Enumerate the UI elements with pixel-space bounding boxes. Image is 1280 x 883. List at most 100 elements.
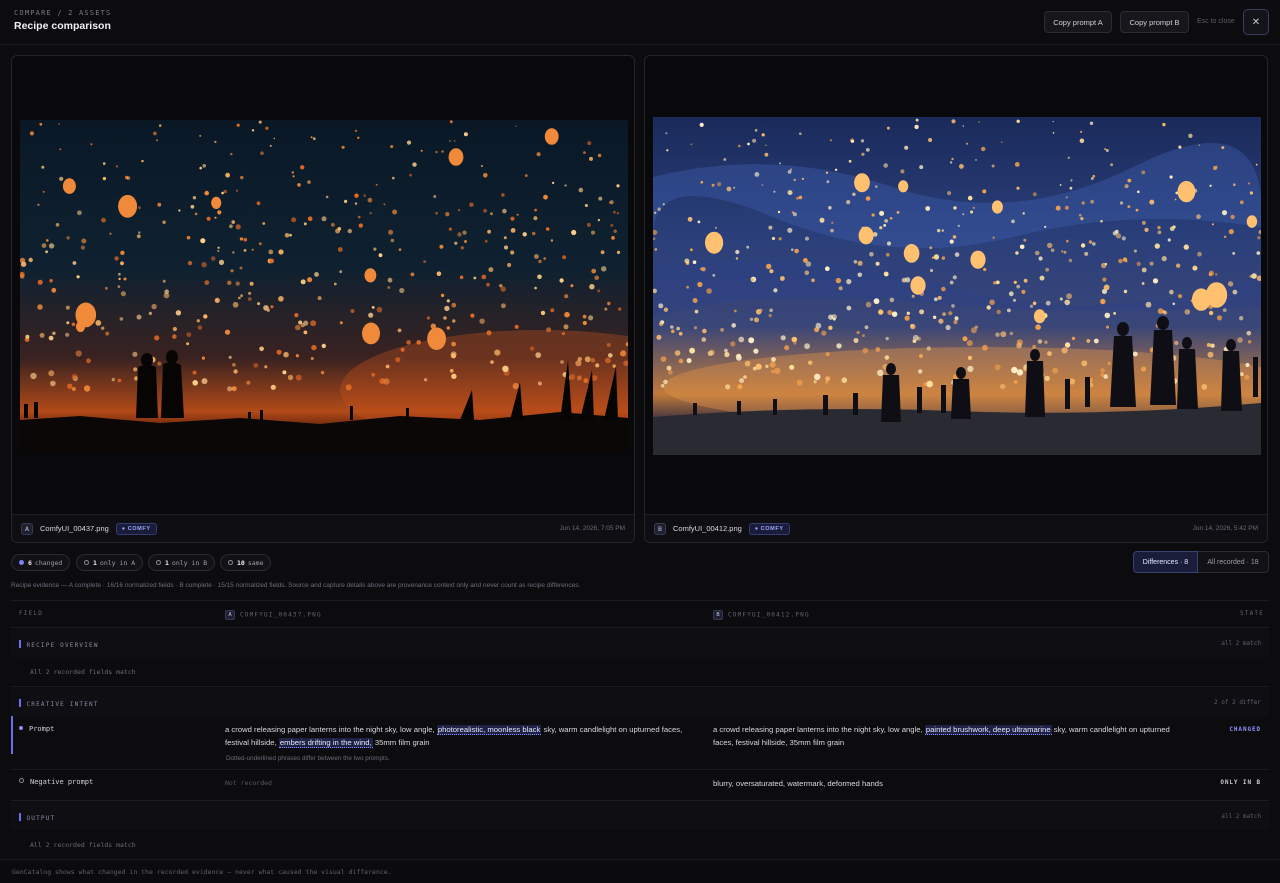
- lantern-mark: [982, 189, 987, 194]
- field-label: Prompt: [19, 725, 54, 733]
- lantern-mark: [248, 297, 252, 301]
- lantern-mark: [1019, 244, 1025, 250]
- lantern-mark: [687, 216, 693, 222]
- lantern-mark: [879, 226, 883, 230]
- lantern-mark: [678, 331, 683, 336]
- lantern-mark: [1103, 284, 1110, 291]
- lantern-mark: [162, 279, 166, 283]
- lantern-mark: [1079, 138, 1085, 144]
- lantern-mark: [798, 195, 803, 200]
- prompt-value-b: a crowd releasing paper lanterns into th…: [713, 723, 1173, 749]
- lantern-mark: [536, 152, 541, 157]
- lantern-mark: [1244, 374, 1250, 380]
- lantern-mark: [269, 258, 274, 264]
- lantern-mark: [392, 209, 398, 215]
- lantern-mark: [717, 182, 722, 187]
- section-output[interactable]: OUTPUT all 2 match: [11, 802, 1269, 830]
- section-recipe-overview[interactable]: RECIPE OVERVIEW all 2 match: [11, 629, 1269, 657]
- copy-prompt-b-button[interactable]: Copy prompt B: [1120, 11, 1189, 33]
- lantern-mark: [938, 318, 944, 324]
- column-header-label: COMFYUI_00437.PNG: [240, 611, 322, 619]
- lantern-mark: [232, 251, 235, 254]
- lantern-mark: [534, 286, 537, 290]
- lantern-mark: [1100, 298, 1106, 305]
- field-row-negative-prompt[interactable]: Negative prompt ONLY IN B: [11, 772, 1269, 800]
- lantern-mark: [838, 286, 843, 291]
- lantern-mark: [678, 358, 684, 364]
- lantern-mark: [996, 309, 1001, 315]
- lantern-mark: [754, 128, 758, 132]
- copy-prompt-a-button[interactable]: Copy prompt A: [1044, 11, 1112, 33]
- chip-count: 1: [93, 558, 97, 567]
- lantern-mark: [613, 229, 617, 233]
- lantern-mark: [490, 212, 493, 216]
- lantern-mark: [258, 120, 262, 124]
- lantern-mark: [339, 321, 343, 325]
- toggle-differences[interactable]: Differences · 8: [1133, 551, 1198, 573]
- lantern-mark: [151, 303, 157, 310]
- lantern-mark: [578, 187, 584, 193]
- evidence-summary: Recipe evidence — A complete · 16/16 nor…: [11, 582, 581, 589]
- chip-only-b[interactable]: 1 only in B: [148, 554, 216, 571]
- asset-image-a[interactable]: [20, 120, 628, 451]
- asset-date: Jun 14, 2026, 5:42 PM: [1192, 525, 1258, 532]
- lantern-mark: [45, 250, 48, 254]
- lantern-mark: [75, 350, 82, 357]
- lantern-mark: [857, 272, 863, 278]
- changed-dot-icon: [19, 560, 24, 565]
- lantern-mark: [658, 321, 664, 327]
- lantern-mark: [967, 365, 974, 372]
- lantern-mark: [666, 365, 672, 371]
- lantern-mark: [284, 233, 290, 238]
- lantern-mark: [846, 305, 852, 311]
- lantern-mark: [584, 356, 591, 363]
- close-button[interactable]: ✕: [1243, 9, 1269, 35]
- lantern-mark: [117, 285, 121, 288]
- lantern-mark: [543, 257, 546, 260]
- lantern-mark: [611, 236, 615, 240]
- field-label-text: Prompt: [29, 725, 55, 733]
- column-header-a: A COMFYUI_00437.PNG: [225, 610, 322, 620]
- asset-panel-a: A ComfyUI_00437.png ● COMFY Jun 14, 2026…: [11, 55, 635, 543]
- chip-same[interactable]: 10 same: [220, 554, 272, 571]
- lantern-mark: [877, 369, 884, 376]
- lantern-mark: [1208, 270, 1214, 276]
- lantern-mark: [597, 153, 602, 158]
- lantern-mark: [618, 307, 622, 311]
- lantern-mark: [684, 258, 690, 264]
- lantern-mark: [504, 245, 508, 250]
- chip-only-a[interactable]: 1 only in A: [76, 554, 144, 571]
- lantern-mark: [1045, 300, 1051, 306]
- lantern-mark: [692, 298, 698, 303]
- lantern-mark: [829, 139, 832, 142]
- lantern-mark: [750, 278, 754, 282]
- lantern-mark: [1065, 196, 1068, 199]
- section-creative-intent[interactable]: CREATIVE INTENT 2 of 2 differ: [11, 688, 1269, 716]
- lantern-mark: [138, 231, 141, 234]
- section-title: OUTPUT: [19, 813, 55, 822]
- asset-image-b[interactable]: [653, 117, 1261, 455]
- lantern-mark: [153, 131, 157, 136]
- lantern-mark: [203, 314, 208, 319]
- footer: GenCatalog shows what changed in the rec…: [0, 859, 1280, 883]
- lantern-mark: [278, 249, 284, 255]
- lantern-mark: [570, 284, 574, 288]
- lantern-mark: [387, 277, 393, 283]
- lantern-mark: [534, 208, 537, 212]
- lantern-mark: [1239, 372, 1244, 377]
- lantern-mark: [934, 297, 938, 302]
- lantern-mark: [1037, 339, 1043, 344]
- lantern-mark: [136, 314, 142, 320]
- lantern-mark: [620, 350, 627, 357]
- lantern-mark: [612, 364, 616, 368]
- asset-footer-a: A ComfyUI_00437.png ● COMFY Jun 14, 2026…: [12, 514, 634, 542]
- toggle-all-recorded[interactable]: All recorded · 18: [1198, 551, 1269, 573]
- chip-changed[interactable]: 6 changed: [11, 554, 71, 571]
- lantern-mark: [303, 330, 308, 335]
- lantern-mark: [910, 276, 926, 295]
- lantern-mark: [791, 211, 794, 214]
- lantern-mark: [1067, 156, 1070, 159]
- lantern-mark: [204, 280, 210, 285]
- lantern-mark: [989, 299, 995, 306]
- lantern-mark: [156, 139, 159, 142]
